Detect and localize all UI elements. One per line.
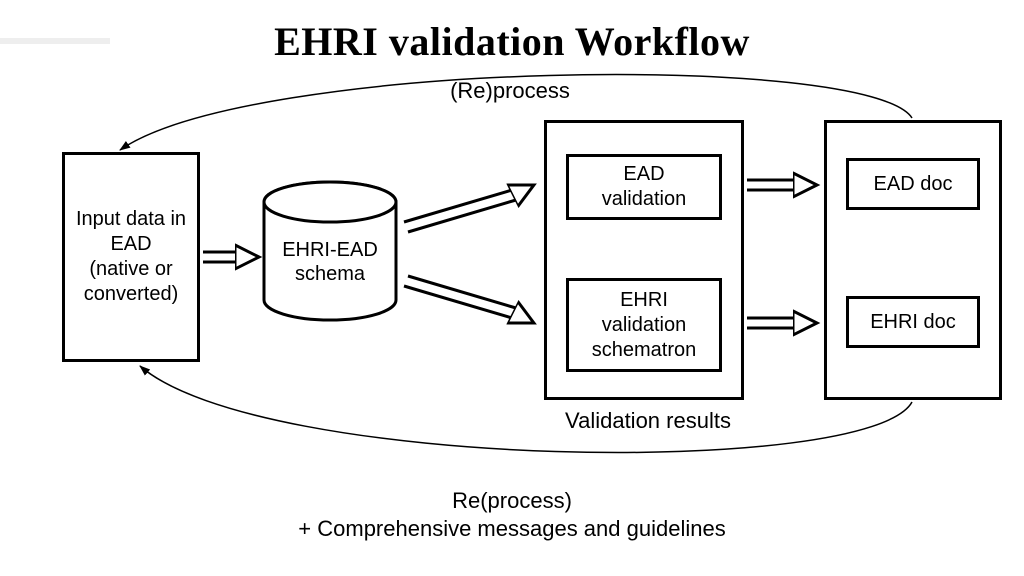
arrow-schema-to-ead bbox=[404, 190, 516, 232]
curve-bottom-feedback bbox=[140, 366, 912, 453]
node-ehri-validation: EHRI validation schematron bbox=[566, 278, 722, 372]
node-ead-validation: EAD validation bbox=[566, 154, 722, 220]
label-guidelines: + Comprehensive messages and guidelines bbox=[0, 516, 1024, 542]
label-validation-results: Validation results bbox=[548, 408, 748, 434]
node-ehri-doc-text: EHRI doc bbox=[870, 310, 956, 335]
node-schema-text-2: schema bbox=[295, 263, 366, 285]
node-input: Input data in EAD (native or converted) bbox=[62, 152, 200, 362]
node-ead-doc-text: EAD doc bbox=[874, 172, 953, 197]
arrow-ead-to-doc bbox=[747, 180, 797, 190]
node-schema-text-1: EHRI-EAD bbox=[282, 239, 378, 261]
node-ead-doc: EAD doc bbox=[846, 158, 980, 210]
node-ead-validation-text: EAD validation bbox=[602, 162, 687, 212]
node-schema: EHRI-EAD schema bbox=[264, 182, 396, 320]
node-input-text: Input data in EAD (native or converted) bbox=[76, 207, 186, 307]
node-ehri-validation-text: EHRI validation schematron bbox=[592, 288, 697, 363]
arrow-schema-to-ehri bbox=[404, 276, 516, 318]
arrow-input-to-schema bbox=[203, 252, 239, 262]
diagram-title: EHRI validation Workflow bbox=[0, 18, 1024, 65]
label-reprocess-bottom: Re(process) bbox=[0, 488, 1024, 514]
node-ehri-doc: EHRI doc bbox=[846, 296, 980, 348]
label-reprocess-top: (Re)process bbox=[420, 78, 600, 104]
arrow-ehri-to-doc bbox=[747, 318, 797, 328]
diagram-canvas: EHRI validation Workflow (Re)process Inp… bbox=[0, 0, 1024, 576]
